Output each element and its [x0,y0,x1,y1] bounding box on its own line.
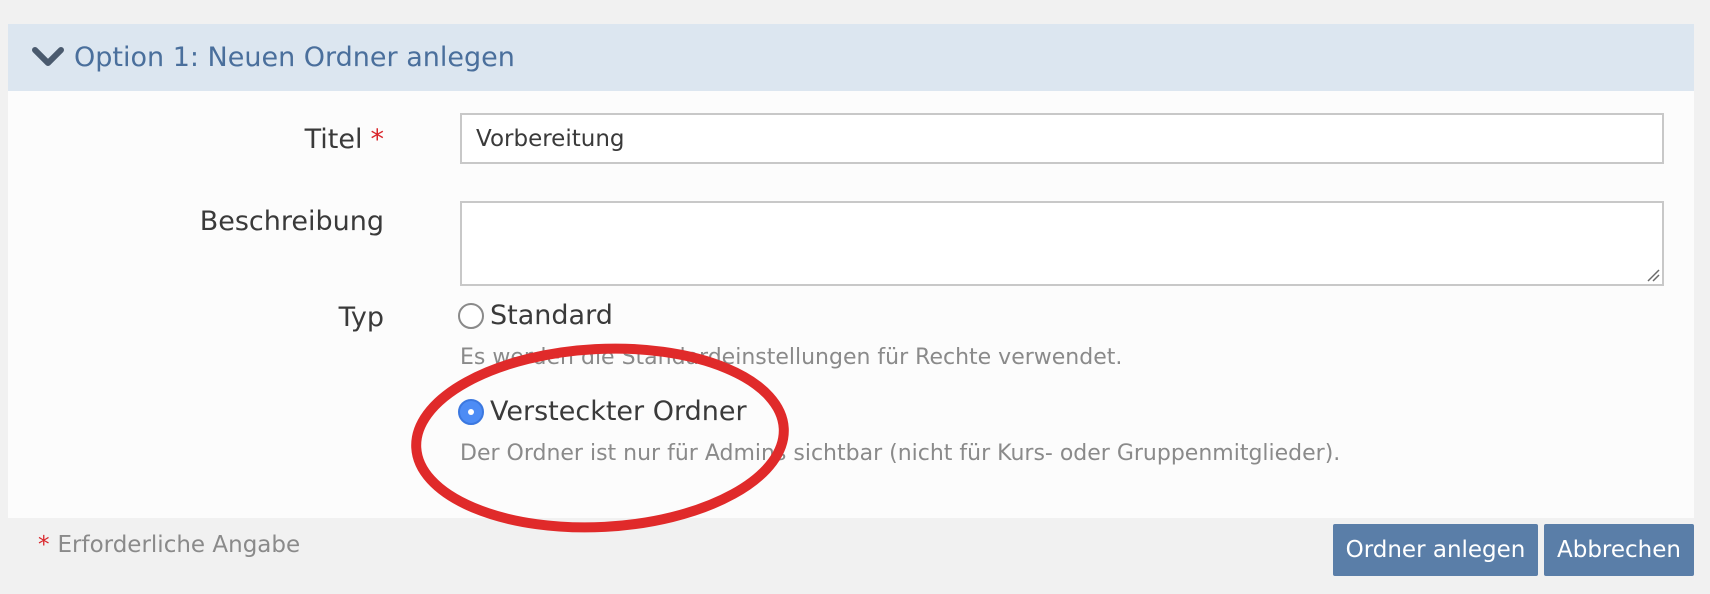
new-folder-panel: Option 1: Neuen Ordner anlegen Titel* Be… [8,24,1694,518]
standard-help-text: Es werden die Standardeinstellungen für … [460,345,1123,370]
type-option-hidden[interactable]: Versteckter Ordner [458,396,747,428]
required-field-note-text: Erforderliche Angabe [57,532,301,558]
radio-standard[interactable] [458,303,484,329]
radio-standard-label[interactable]: Standard [490,300,613,332]
type-option-standard[interactable]: Standard [458,300,613,332]
radio-hidden-folder-label[interactable]: Versteckter Ordner [490,396,747,428]
radio-hidden-folder[interactable] [458,399,484,425]
description-label: Beschreibung [199,206,384,237]
panel-header-toggle[interactable]: Option 1: Neuen Ordner anlegen [8,24,1694,91]
type-label: Typ [338,302,384,333]
required-field-note: * Erforderliche Angabe [38,530,300,560]
required-star-icon: * [38,532,50,558]
panel-title: Option 1: Neuen Ordner anlegen [74,42,515,73]
title-label-text: Titel [304,124,363,155]
description-textarea[interactable] [460,201,1664,286]
resize-grip-icon[interactable] [1646,268,1660,282]
create-folder-button[interactable]: Ordner anlegen [1333,524,1538,576]
hidden-folder-help-text: Der Ordner ist nur für Admins sichtbar (… [460,441,1341,466]
title-label: Titel * [305,124,384,156]
required-star-icon: * [370,124,385,155]
chevron-down-icon[interactable] [32,46,64,68]
title-input[interactable] [460,113,1664,164]
cancel-button[interactable]: Abbrechen [1544,524,1694,576]
